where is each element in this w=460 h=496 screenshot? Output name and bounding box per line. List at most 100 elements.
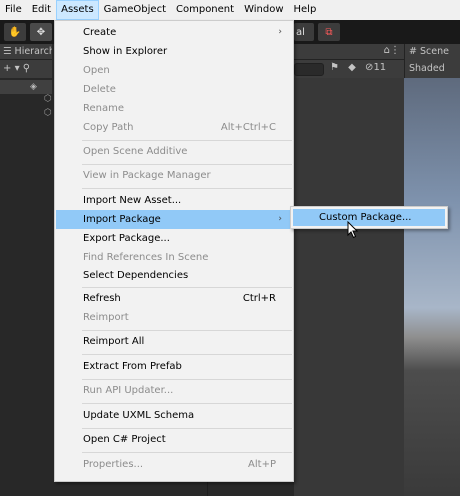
- menu-item-label: Create: [83, 27, 117, 38]
- menu-item-properties[interactable]: Properties... Alt+P: [56, 455, 292, 474]
- menu-separator: [82, 188, 292, 189]
- menu-item-export-package[interactable]: Export Package...: [56, 229, 292, 248]
- layers-button[interactable]: ⧉: [318, 23, 340, 41]
- menu-separator: [82, 330, 292, 331]
- menu-separator: [82, 354, 292, 355]
- move-tool-button[interactable]: ✥: [30, 23, 52, 41]
- shortcut-label: Alt+Ctrl+C: [220, 122, 276, 133]
- shortcut-label: Ctrl+R: [242, 293, 276, 304]
- hand-icon: ✋: [8, 26, 22, 38]
- menu-item-create[interactable]: Create ›: [56, 23, 292, 42]
- menu-item-reimport-all[interactable]: Reimport All: [56, 332, 292, 351]
- shortcut-label: Alt+P: [248, 459, 276, 470]
- menu-item-label: Properties...: [83, 459, 144, 470]
- menu-item-custom-package[interactable]: Custom Package...: [293, 209, 445, 226]
- menu-help[interactable]: Help: [289, 0, 322, 20]
- scene-view[interactable]: [404, 78, 460, 496]
- menu-item-label: Open C# Project: [83, 434, 166, 445]
- scene-tab-label: # Scene: [409, 46, 449, 57]
- gameobject-icon: ⬡: [44, 108, 52, 118]
- menu-item-label: Custom Package...: [319, 212, 412, 223]
- menu-item-copy-path[interactable]: Copy Path Alt+Ctrl+C: [56, 118, 292, 137]
- menu-item-label: Open: [83, 65, 110, 76]
- hidden-count: 11: [373, 62, 387, 73]
- menu-item-open[interactable]: Open: [56, 61, 292, 80]
- menu-separator: [82, 428, 292, 429]
- kebab-menu-icon[interactable]: ⋮: [390, 45, 400, 56]
- menu-item-run-api-updater[interactable]: Run API Updater...: [56, 381, 292, 400]
- menu-item-import-new-asset[interactable]: Import New Asset...: [56, 191, 292, 210]
- menu-window[interactable]: Window: [239, 0, 288, 20]
- gameobject-icon: ⬡: [44, 94, 52, 104]
- menu-item-label: Delete: [83, 84, 116, 95]
- menu-item-update-uxml-schema[interactable]: Update UXML Schema: [56, 406, 292, 425]
- assets-dropdown-menu: Create › Show in Explorer Open Delete Ren…: [54, 20, 294, 482]
- menu-item-extract-from-prefab[interactable]: Extract From Prefab: [56, 357, 292, 376]
- project-search-input[interactable]: [294, 63, 324, 76]
- project-tab-bar: ⌂ ⋮: [294, 44, 404, 60]
- menu-separator: [82, 287, 292, 288]
- menu-item-label: Import New Asset...: [83, 195, 182, 206]
- filter-type-icon[interactable]: ⚑: [330, 62, 339, 73]
- menu-item-select-dependencies[interactable]: Select Dependencies: [56, 266, 292, 285]
- menu-item-label: Run API Updater...: [83, 385, 174, 396]
- menu-item-view-in-package-manager[interactable]: View in Package Manager: [56, 166, 292, 185]
- label-icon[interactable]: ◆: [348, 62, 356, 73]
- menu-separator: [82, 403, 292, 404]
- mouse-cursor-icon: [347, 221, 359, 239]
- menu-gameobject[interactable]: GameObject: [99, 0, 171, 20]
- menu-item-label: Extract From Prefab: [83, 361, 182, 372]
- menu-item-label: Select Dependencies: [83, 270, 189, 281]
- menu-item-label: Import Package: [83, 214, 161, 225]
- chevron-right-icon: ›: [278, 27, 282, 37]
- menu-item-find-references[interactable]: Find References In Scene: [56, 248, 292, 267]
- hierarchy-panel: [0, 78, 52, 496]
- hierarchy-tab[interactable]: ☰ Hierarch: [0, 44, 52, 60]
- menu-item-open-csharp-project[interactable]: Open C# Project: [56, 430, 292, 449]
- menu-file[interactable]: File: [0, 0, 27, 20]
- menu-item-import-package[interactable]: Import Package ›: [56, 210, 292, 229]
- toolbar-truncated-button[interactable]: al: [294, 23, 314, 41]
- hierarchy-scene-row[interactable]: ◈: [0, 80, 52, 94]
- menu-item-label: Rename: [83, 103, 125, 114]
- menu-item-label: Open Scene Additive: [83, 146, 188, 157]
- shading-mode-dropdown[interactable]: Shaded: [409, 63, 445, 74]
- import-package-submenu: Custom Package...: [290, 206, 448, 229]
- menu-item-open-scene-additive[interactable]: Open Scene Additive: [56, 142, 292, 161]
- chevron-right-icon: ›: [278, 214, 282, 224]
- menu-item-refresh[interactable]: Refresh Ctrl+R: [56, 289, 292, 308]
- hierarchy-list-icon: ☰: [3, 46, 15, 57]
- scene-toolbar: Shaded: [404, 60, 460, 78]
- menu-assets[interactable]: Assets: [56, 0, 99, 20]
- scene-tab[interactable]: # Scene: [404, 44, 460, 60]
- menu-item-delete[interactable]: Delete: [56, 80, 292, 99]
- search-icon[interactable]: ⚲: [23, 63, 30, 74]
- menu-item-label: Update UXML Schema: [83, 410, 195, 421]
- move-icon: ✥: [36, 26, 46, 38]
- menu-item-show-in-explorer[interactable]: Show in Explorer: [56, 42, 292, 61]
- menu-item-label: Export Package...: [83, 233, 170, 244]
- unity-scene-icon: ◈: [30, 82, 37, 92]
- menu-edit[interactable]: Edit: [27, 0, 56, 20]
- hand-tool-button[interactable]: ✋: [4, 23, 26, 41]
- chevron-down-icon[interactable]: ▾: [11, 63, 22, 74]
- menu-item-reimport[interactable]: Reimport: [56, 308, 292, 327]
- menu-item-label: Refresh: [83, 293, 121, 304]
- project-panel: [294, 78, 404, 496]
- hierarchy-title: Hierarch: [14, 46, 52, 57]
- menu-item-rename[interactable]: Rename: [56, 99, 292, 118]
- menu-item-label: Find References In Scene: [83, 252, 209, 263]
- toolbar-fragment-label: al: [296, 26, 305, 38]
- menu-separator: [82, 140, 292, 141]
- menu-bar: File Edit Assets GameObject Component Wi…: [0, 0, 460, 20]
- menu-item-label: View in Package Manager: [83, 170, 211, 181]
- menu-item-label: Reimport: [83, 312, 129, 323]
- project-filter-icons: ⚑ ◆ ⊘11: [330, 62, 386, 73]
- hierarchy-toolbar: + ▾ ⚲: [0, 60, 52, 78]
- menu-item-label: Show in Explorer: [83, 46, 168, 57]
- menu-item-label: Copy Path: [83, 122, 134, 133]
- menu-component[interactable]: Component: [171, 0, 239, 20]
- layers-icon: ⧉: [325, 26, 333, 38]
- menu-item-label: Reimport All: [83, 336, 145, 347]
- menu-separator: [82, 164, 292, 165]
